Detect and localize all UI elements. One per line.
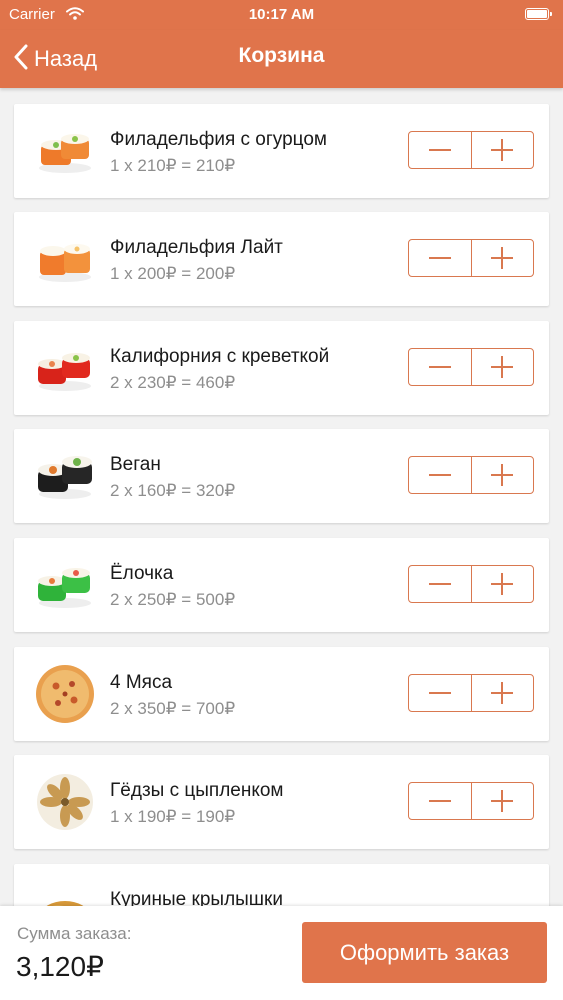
maki-roll-icon — [34, 446, 96, 506]
minus-icon — [428, 474, 451, 476]
item-name: Гёдзы с цыпленком — [110, 780, 284, 801]
chicken-wings-icon — [34, 881, 96, 906]
sushi-roll-green-icon — [34, 555, 96, 615]
plus-icon — [491, 573, 514, 595]
plus-icon — [491, 356, 514, 378]
increase-button[interactable] — [470, 566, 534, 602]
cart-item: Веган 2 x 160₽ = 320₽ — [14, 429, 549, 523]
increase-button[interactable] — [470, 349, 534, 385]
quantity-stepper — [408, 348, 534, 386]
decrease-button[interactable] — [409, 783, 471, 819]
minus-icon — [428, 366, 451, 368]
cart-list[interactable]: Филадельфия с огурцом 1 x 210₽ = 210₽ Фи… — [0, 88, 563, 906]
increase-button[interactable] — [470, 240, 534, 276]
quantity-stepper — [408, 782, 534, 820]
plus-icon — [491, 247, 514, 269]
plus-icon — [491, 464, 514, 486]
pizza-icon — [34, 664, 96, 724]
item-price: 2 x 160₽ = 320₽ — [110, 481, 236, 500]
increase-button[interactable] — [470, 132, 534, 168]
order-summary-bar: Сумма заказа: 3,120₽ Оформить заказ — [0, 906, 563, 1000]
item-name: 4 Мяса — [110, 672, 173, 693]
sushi-roll-orange-icon — [34, 121, 96, 181]
plus-icon — [491, 139, 514, 161]
cart-item: Калифорния с креветкой 2 x 230₽ = 460₽ — [14, 321, 549, 415]
order-sum-value: 3,120₽ — [16, 951, 104, 982]
decrease-button[interactable] — [409, 349, 471, 385]
sushi-roll-red-icon — [34, 338, 96, 398]
minus-icon — [428, 257, 451, 259]
quantity-stepper — [408, 239, 534, 277]
item-price: 1 x 200₽ = 200₽ — [110, 264, 236, 283]
item-name: Филадельфия с огурцом — [110, 129, 327, 150]
order-sum-label: Сумма заказа: — [17, 924, 132, 943]
decrease-button[interactable] — [409, 675, 471, 711]
minus-icon — [428, 583, 451, 585]
cart-item: Филадельфия с огурцом 1 x 210₽ = 210₽ — [14, 104, 549, 198]
decrease-button[interactable] — [409, 132, 471, 168]
quantity-stepper — [408, 674, 534, 712]
navigation-bar: Назад Корзина — [0, 30, 563, 88]
minus-icon — [428, 149, 451, 151]
decrease-button[interactable] — [409, 566, 471, 602]
status-bar: Carrier 10:17 AM — [0, 0, 563, 30]
item-price: 2 x 350₽ = 700₽ — [110, 699, 236, 718]
chevron-left-icon — [14, 44, 28, 75]
cart-item: Ёлочка 2 x 250₽ = 500₽ — [14, 538, 549, 632]
item-price: 1 x 210₽ = 210₽ — [110, 156, 236, 175]
increase-button[interactable] — [470, 457, 534, 493]
status-time: 10:17 AM — [248, 6, 315, 23]
plus-icon — [491, 790, 514, 812]
cart-item: Филадельфия Лайт 1 x 200₽ = 200₽ — [14, 212, 549, 306]
decrease-button[interactable] — [409, 457, 471, 493]
increase-button[interactable] — [470, 675, 534, 711]
quantity-stepper — [408, 456, 534, 494]
item-name: Куриные крылышки — [110, 889, 283, 906]
sushi-roll-orange-icon — [34, 229, 96, 289]
item-name: Филадельфия Лайт — [110, 237, 283, 258]
gyoza-plate-icon — [34, 772, 96, 832]
back-label: Назад — [34, 46, 98, 71]
decrease-button[interactable] — [409, 240, 471, 276]
cart-item: Куриные крылышки — [14, 864, 549, 906]
quantity-stepper — [408, 131, 534, 169]
item-price: 2 x 230₽ = 460₽ — [110, 373, 236, 392]
quantity-stepper — [408, 565, 534, 603]
minus-icon — [428, 692, 451, 694]
battery-icon — [525, 8, 552, 20]
item-price: 1 x 190₽ = 190₽ — [110, 807, 236, 826]
item-name: Калифорния с креветкой — [110, 346, 330, 367]
cart-item: 4 Мяса 2 x 350₽ = 700₽ — [14, 647, 549, 741]
item-price: 2 x 250₽ = 500₽ — [110, 590, 236, 609]
minus-icon — [428, 800, 451, 802]
cart-item: Гёдзы с цыпленком 1 x 190₽ = 190₽ — [14, 755, 549, 849]
item-name: Веган — [110, 454, 161, 475]
item-name: Ёлочка — [110, 563, 174, 584]
back-button[interactable]: Назад — [14, 41, 97, 77]
increase-button[interactable] — [470, 783, 534, 819]
plus-icon — [491, 682, 514, 704]
checkout-button[interactable]: Оформить заказ — [302, 922, 547, 983]
